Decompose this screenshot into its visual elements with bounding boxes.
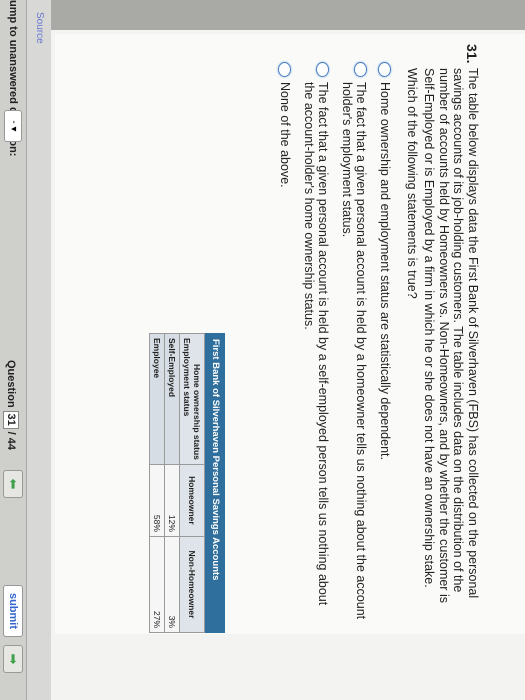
question-prompt: Which of the following statements is tru… — [405, 68, 419, 299]
jump-select[interactable]: - ▾ — [4, 110, 22, 142]
left-sidebar — [0, 0, 525, 30]
table-row: Employee 58% 27% — [149, 333, 165, 633]
column-header: Non-Homeowner — [179, 536, 205, 633]
question-counter: Question 31 / 44 — [3, 360, 19, 450]
previous-arrow-icon[interactable]: ⬅ — [3, 470, 23, 498]
answer-option[interactable]: None of the above. — [278, 62, 293, 622]
source-link[interactable]: Source — [34, 12, 45, 44]
table-row: Self-Employed 12% 3% — [164, 333, 180, 633]
table-cell: 3% — [164, 536, 180, 633]
jump-select-value: - — [8, 120, 19, 124]
question-text: The table below displays data the First … — [422, 68, 481, 603]
chevron-down-icon: ▾ — [8, 126, 19, 132]
column-header: Homeowner — [179, 464, 205, 537]
submit-button[interactable]: submit — [3, 585, 23, 637]
answer-option[interactable]: The fact that a given personal account i… — [302, 62, 331, 622]
answer-option[interactable]: The fact that a given personal account i… — [340, 62, 369, 622]
corner-top-label: Home ownership status — [192, 364, 202, 460]
table-cell: 58% — [149, 464, 165, 537]
answer-options: Home ownership and employment status are… — [269, 62, 392, 622]
radio-button-icon[interactable] — [354, 62, 368, 77]
screen: 31. The table below displays data the Fi… — [0, 0, 525, 700]
option-text: Home ownership and employment status are… — [378, 82, 392, 460]
radio-button-icon[interactable] — [316, 62, 330, 77]
current-question-input[interactable]: 31 — [3, 410, 19, 429]
accounts-table: Home ownership status Employment status … — [149, 333, 205, 633]
table-cell: 27% — [149, 536, 165, 633]
table-title: First Bank of Silverhaven Personal Savin… — [205, 333, 225, 633]
radio-button-icon[interactable] — [278, 62, 292, 77]
option-text: None of the above. — [278, 82, 293, 188]
next-arrow-icon[interactable]: ➡ — [3, 645, 23, 673]
corner-bottom-label: Employment status — [182, 338, 192, 417]
table-cell: 12% — [164, 464, 180, 537]
option-text: The fact that a given personal account i… — [302, 82, 331, 606]
row-header: Employee — [149, 333, 165, 465]
table-corner-header: Home ownership status Employment status — [179, 333, 205, 465]
option-text: The fact that a given personal account i… — [340, 82, 369, 620]
radio-button-icon[interactable] — [378, 62, 391, 77]
question-counter-label: Question — [5, 360, 17, 408]
row-header: Self-Employed — [164, 333, 180, 465]
source-bar — [27, 0, 51, 700]
question-total: / 44 — [5, 431, 17, 451]
answer-option[interactable]: Home ownership and employment status are… — [378, 62, 392, 622]
question-number: 31. — [464, 44, 480, 64]
